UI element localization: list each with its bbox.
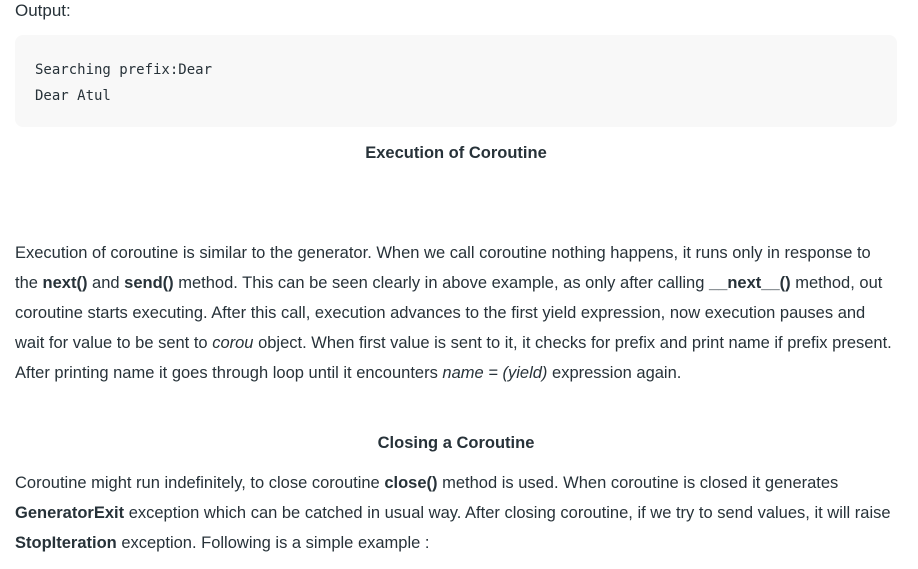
code-term-next: next() xyxy=(42,274,88,292)
output-label: Output: xyxy=(15,1,71,20)
code-line: Searching prefix:Dear xyxy=(35,62,213,78)
italic-term-name-yield: name = (yield) xyxy=(442,364,548,382)
code-term-send: send() xyxy=(124,274,174,292)
heading-execution-of-coroutine: Execution of Coroutine xyxy=(365,144,547,162)
code-line: Dear Atul xyxy=(35,88,111,104)
heading-closing-a-coroutine: Closing a Coroutine xyxy=(377,434,535,452)
code-term-dunder-next: __next__() xyxy=(708,274,791,292)
text: method is used. When coroutine is closed… xyxy=(437,474,839,492)
text: exception. Following is a simple example… xyxy=(116,534,430,552)
code-term-close: close() xyxy=(384,474,438,492)
term-generator-exit: GeneratorExit xyxy=(15,504,125,522)
text: and xyxy=(87,274,125,292)
text: method. This can be seen clearly in abov… xyxy=(173,274,709,292)
text: exception which can be catched in usual … xyxy=(124,504,891,522)
italic-term-corou: corou xyxy=(212,334,254,352)
text: expression again. xyxy=(547,364,682,382)
code-output-block: Searching prefix:Dear Dear Atul xyxy=(15,35,897,127)
text: Coroutine might run indefinitely, to clo… xyxy=(15,474,385,492)
term-stop-iteration: StopIteration xyxy=(15,534,117,552)
paragraph-closing: Coroutine might run indefinitely, to clo… xyxy=(15,468,895,558)
paragraph-execution: Execution of coroutine is similar to the… xyxy=(15,238,895,388)
